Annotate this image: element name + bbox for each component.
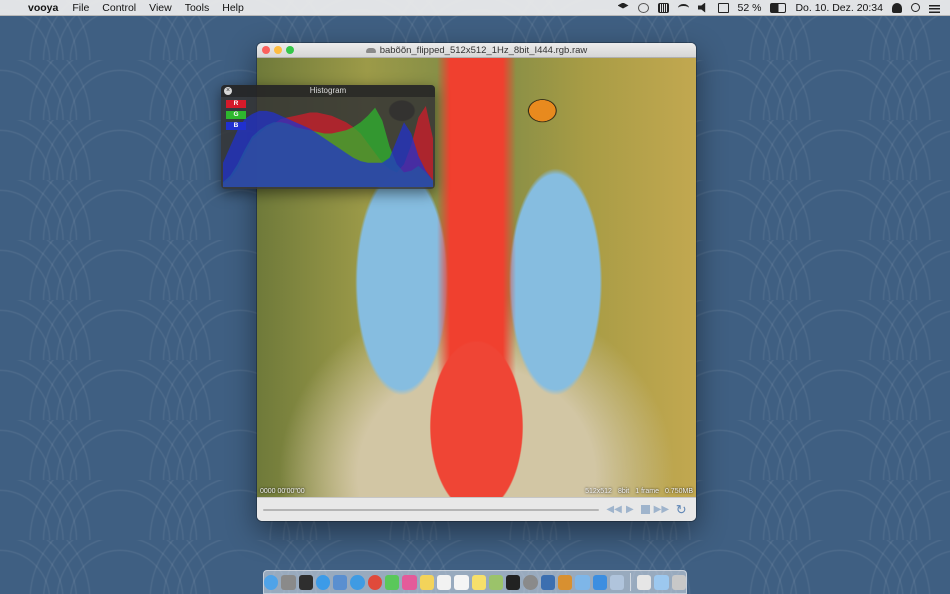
menu-control[interactable]: Control [102,2,136,14]
dock-calendar-icon[interactable] [436,574,452,590]
dock-xcode-icon[interactable] [592,574,607,590]
rewind-icon[interactable]: ◀◀ [606,504,621,516]
window-title: babõõn_flipped_512x512_1Hz_8bit_I444.rgb… [379,44,588,56]
volume-icon[interactable] [697,2,706,13]
menu-view[interactable]: View [149,2,172,14]
dock-preview-icon[interactable] [333,574,348,590]
dock-dashboard-icon[interactable] [298,574,313,590]
timecode: 0000 00'00"00 [260,488,305,495]
dock-trash-icon[interactable] [671,574,687,590]
fast-forward-icon[interactable]: ▶▶ [654,504,669,516]
histogram-chart [223,106,433,187]
minimize-button[interactable] [274,46,282,54]
menu-tools[interactable]: Tools [185,2,210,14]
spotlight-search-icon[interactable] [911,3,920,12]
dock-notes-icon[interactable] [419,574,434,590]
battery-percent: 52 % [737,1,762,14]
legend-g[interactable]: G [226,111,246,119]
histogram-panel[interactable]: × Histogram R G B [221,85,435,189]
wifi-icon[interactable] [677,3,689,12]
dock-itunes-icon[interactable] [402,574,417,590]
playback-controls: ◀◀ ▶ ▶▶ ↻ [257,497,696,521]
dock-app-store-icon[interactable] [315,574,331,590]
dock-downloads-icon[interactable] [654,574,669,590]
dock-launchpad-icon[interactable] [281,574,296,590]
file-size-label: 0.750MB [664,488,693,495]
resolution-label: 512x512 [585,488,612,495]
bitdepth-label: 8bit [617,488,630,495]
frame-count-label: 1 frame [635,488,659,495]
dock-documents-icon[interactable] [637,574,652,590]
dock [263,570,687,594]
app-menu[interactable]: vooya [28,2,58,14]
display-icon[interactable] [717,2,729,13]
dock-vooya-icon[interactable] [540,574,556,590]
legend-b[interactable]: B [226,122,246,130]
dock-mail-icon[interactable] [575,574,590,590]
dock-unknown-icon[interactable] [558,574,573,590]
menu-bar: vooya File Control View Tools Help 52 % … [0,0,950,16]
loop-icon[interactable]: ↻ [674,502,688,517]
dock-system-preferences-icon[interactable] [523,574,538,590]
notification-center-icon[interactable] [929,2,940,13]
dock-photos-icon[interactable] [488,574,504,590]
time-machine-icon[interactable] [637,2,649,13]
dock-stickies-icon[interactable] [471,574,486,590]
dock-terminal-icon[interactable] [506,574,521,590]
close-button[interactable] [262,46,270,54]
histogram-title: Histogram [309,86,347,95]
dock-chrome-icon[interactable] [367,574,383,590]
histogram-titlebar[interactable]: × Histogram [221,85,435,97]
dock-safari-icon[interactable] [350,574,365,590]
play-icon[interactable]: ▶ [623,504,637,516]
dock-finder-icon[interactable] [263,574,279,590]
user-icon[interactable] [892,2,902,13]
video-info: 512x512 8bit 1 frame 0.750MB [585,488,693,495]
dock-separator [630,573,632,591]
clock[interactable]: Do. 10. Dez. 20:34 [795,2,883,14]
zoom-button[interactable] [286,46,294,54]
dropbox-icon[interactable] [617,2,629,9]
traffic-lights [262,46,294,54]
window-titlebar[interactable]: babõõn_flipped_512x512_1Hz_8bit_I444.rgb… [257,43,696,58]
dock-cloud-icon[interactable] [609,574,625,590]
cloud-icon [365,47,376,53]
legend-r[interactable]: R [226,100,246,108]
battery-icon[interactable] [770,2,787,13]
menu-help[interactable]: Help [222,2,244,14]
histogram-close-icon[interactable]: × [224,87,232,95]
dock-messages-icon[interactable] [385,574,400,590]
memory-monitor-icon[interactable] [657,2,669,13]
menu-file[interactable]: File [72,2,89,14]
stop-icon[interactable] [639,504,653,516]
timeline-scrubber[interactable] [263,508,600,511]
dock-text-editor-icon[interactable] [454,574,469,590]
